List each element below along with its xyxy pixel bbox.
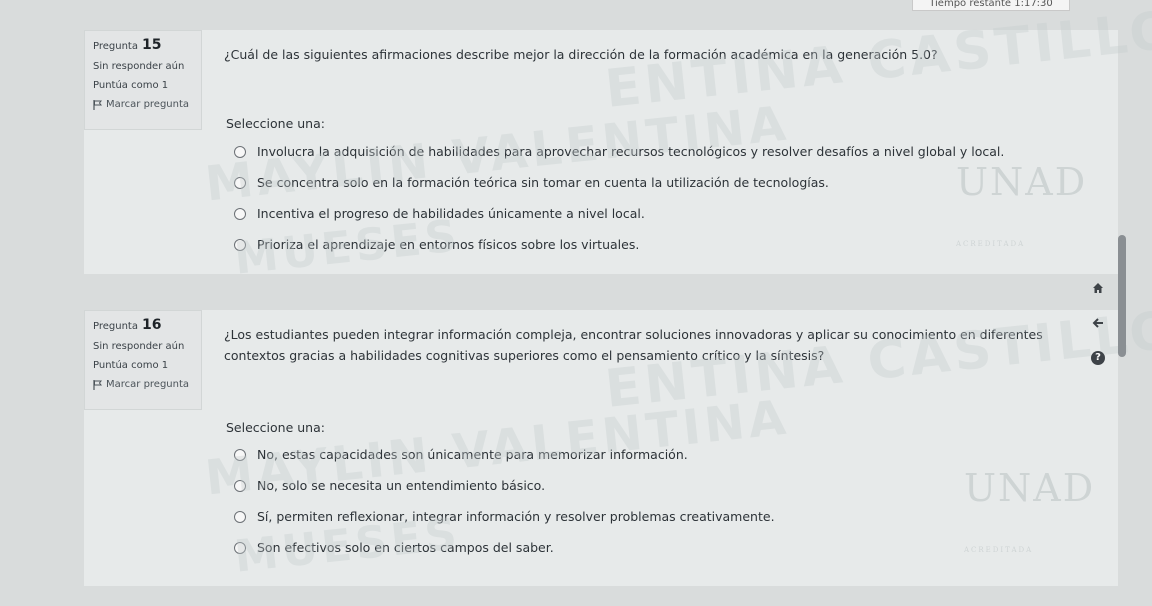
answer-options: No, estas capacidades son únicamente par… [234, 439, 775, 563]
radio-button[interactable] [234, 176, 246, 189]
radio-button[interactable] [234, 448, 246, 461]
question-15: Pregunta 15 Sin responder aún Puntúa com… [84, 0, 1152, 285]
question-points: Puntúa como 1 [93, 360, 169, 371]
question-points: Puntúa como 1 [93, 80, 169, 91]
question-status: Sin responder aún [93, 341, 185, 352]
help-button[interactable]: ? [1086, 346, 1110, 370]
question-text: ¿Cuál de las siguientes afirmaciones des… [224, 47, 938, 62]
unad-watermark-logo: UNAD ACREDITADA [964, 466, 1096, 554]
back-button[interactable] [1086, 311, 1110, 335]
question-number: Pregunta 16 [93, 317, 162, 333]
answer-option[interactable]: Involucra la adquisición de habilidades … [234, 136, 1004, 167]
home-button[interactable] [1086, 276, 1110, 300]
time-remaining: Tiempo restante 1:17:30 [912, 0, 1070, 11]
answer-option[interactable]: Incentiva el progreso de habilidades úni… [234, 198, 1004, 229]
flag-icon [93, 379, 102, 390]
radio-button[interactable] [234, 541, 246, 554]
answer-options: Involucra la adquisición de habilidades … [234, 136, 1004, 260]
help-icon: ? [1091, 351, 1105, 365]
radio-button[interactable] [234, 207, 246, 220]
page-scrollbar[interactable] [1118, 235, 1126, 357]
answer-option[interactable]: Prioriza el aprendizaje en entornos físi… [234, 229, 1004, 260]
answer-option[interactable]: No, solo se necesita un entendimiento bá… [234, 470, 775, 501]
question-16: Pregunta 16 Sin responder aún Puntúa com… [84, 300, 1152, 586]
question-number: Pregunta 15 [93, 37, 162, 53]
answer-option[interactable]: Se concentra solo en la formación teóric… [234, 167, 1004, 198]
answer-option[interactable]: No, estas capacidades son únicamente par… [234, 439, 775, 470]
radio-button[interactable] [234, 510, 246, 523]
flag-question-link[interactable]: Marcar pregunta [93, 99, 195, 110]
flag-question-link[interactable]: Marcar pregunta [93, 379, 195, 390]
select-one-prompt: Seleccione una: [226, 116, 325, 131]
question-text: ¿Los estudiantes pueden integrar informa… [224, 327, 1043, 363]
arrow-left-icon [1092, 314, 1104, 333]
question-info: Pregunta 15 Sin responder aún Puntúa com… [84, 30, 202, 130]
answer-option[interactable]: Son efectivos solo en ciertos campos del… [234, 532, 775, 563]
answer-option[interactable]: Sí, permiten reflexionar, integrar infor… [234, 501, 775, 532]
radio-button[interactable] [234, 479, 246, 492]
question-info: Pregunta 16 Sin responder aún Puntúa com… [84, 310, 202, 410]
flag-icon [93, 99, 102, 110]
select-one-prompt: Seleccione una: [226, 420, 325, 435]
radio-button[interactable] [234, 238, 246, 251]
question-status: Sin responder aún [93, 61, 185, 72]
home-icon [1092, 279, 1104, 298]
radio-button[interactable] [234, 145, 246, 158]
